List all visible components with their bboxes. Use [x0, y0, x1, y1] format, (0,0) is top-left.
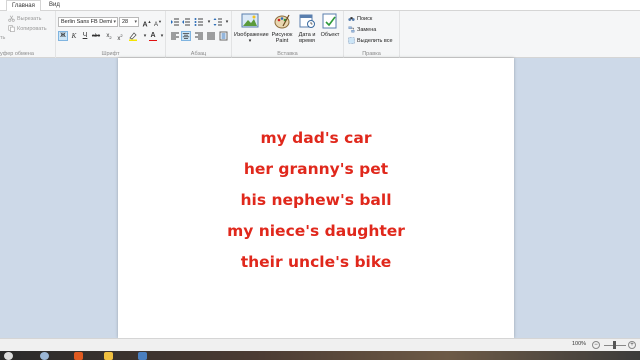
replace-button[interactable]: Замена: [348, 26, 376, 33]
search-icon[interactable]: [40, 352, 49, 360]
highlighter-icon: [129, 32, 137, 41]
bullet-list-icon[interactable]: [194, 17, 204, 27]
paragraph-settings-icon[interactable]: [219, 31, 229, 41]
replace-label: Замена: [357, 26, 377, 33]
italic-icon[interactable]: К: [69, 31, 79, 41]
cut-button[interactable]: Вырезать: [8, 15, 41, 22]
insert-drawing-label: Рисунок Paint: [271, 32, 293, 44]
text-line: my dad's car: [260, 129, 372, 147]
chevron-down-icon[interactable]: ▾: [222, 17, 232, 27]
insert-object-label: Объект: [320, 32, 340, 38]
font-family-select[interactable]: Berlin Sans FB Demi ▾: [58, 17, 118, 27]
underline-icon[interactable]: Ч: [80, 31, 90, 41]
calendar-clock-icon: [299, 14, 315, 28]
paint-drawing-icon: [274, 14, 290, 29]
font-family-value: Berlin Sans FB Demi: [61, 19, 113, 25]
find-button[interactable]: Поиск: [348, 15, 372, 22]
insert-object-button[interactable]: Объект: [318, 13, 342, 38]
object-icon: [322, 13, 337, 29]
scissors-icon: [8, 15, 15, 22]
app-icon[interactable]: [74, 352, 83, 360]
image-icon: [241, 13, 259, 28]
strikethrough-icon[interactable]: abc: [91, 31, 101, 41]
text-line: her granny's pet: [243, 160, 389, 178]
paste-label: ть: [0, 35, 6, 41]
highlight-icon[interactable]: [128, 31, 138, 41]
find-label: Поиск: [357, 15, 373, 22]
chevron-down-icon: ▾: [134, 19, 137, 25]
align-left-icon[interactable]: [170, 31, 180, 41]
status-bar: 100% − +: [0, 338, 640, 351]
zoom-out-icon[interactable]: −: [592, 341, 600, 349]
folder-icon[interactable]: [104, 352, 113, 360]
copy-icon: [8, 25, 15, 32]
increase-indent-icon[interactable]: [181, 17, 191, 27]
editing-group-label: Правка: [362, 51, 381, 57]
clipboard-group: ть Вырезать Копировать уфер обмена: [0, 11, 56, 58]
paragraph-group: ▾ ▾ Абзац: [166, 11, 232, 58]
font-size-value: 28: [122, 19, 129, 25]
binoculars-icon: [348, 17, 355, 21]
start-icon[interactable]: [4, 352, 13, 360]
chevron-down-icon: ▾: [248, 38, 252, 44]
paste-button[interactable]: ть: [0, 35, 5, 41]
ribbon-tab-bar: Главная Вид: [0, 0, 640, 12]
subscript-icon[interactable]: x2: [104, 31, 114, 41]
text-line: my niece's daughter: [227, 222, 405, 240]
insert-group: Изображение ▾ Рисунок Paint Дата и время…: [232, 11, 344, 58]
insert-drawing-button[interactable]: Рисунок Paint: [270, 13, 294, 44]
insert-datetime-button[interactable]: Дата и время: [296, 13, 318, 44]
font-style-bold-icon[interactable]: Ж: [58, 31, 68, 41]
shrink-font-icon[interactable]: A▼: [153, 17, 163, 28]
superscript-icon[interactable]: x2: [115, 31, 125, 42]
replace-icon: [348, 26, 355, 33]
document-text[interactable]: my dad's car her granny's pet his nephew…: [118, 126, 514, 281]
cut-label: Вырезать: [17, 15, 42, 22]
font-group: Berlin Sans FB Demi ▾ 28 ▾ A▲ A▼ Ж К Ч a…: [56, 11, 166, 58]
insert-group-label: Вставка: [277, 51, 298, 57]
wordpad-icon[interactable]: [138, 352, 147, 360]
justify-icon[interactable]: [206, 31, 216, 41]
editing-group: Поиск Замена Выделить все Правка: [344, 11, 400, 58]
grow-font-icon[interactable]: A▲: [142, 17, 152, 28]
tab-view[interactable]: Вид: [44, 0, 65, 11]
paragraph-group-label: Абзац: [190, 51, 207, 57]
copy-button[interactable]: Копировать: [8, 25, 47, 32]
text-line: their uncle's bike: [240, 253, 392, 271]
taskbar: [0, 351, 640, 360]
font-size-select[interactable]: 28 ▾: [119, 17, 139, 27]
decrease-indent-icon[interactable]: [170, 17, 180, 27]
ribbon: ть Вырезать Копировать уфер обмена Berli…: [0, 11, 640, 58]
insert-datetime-label: Дата и время: [298, 32, 316, 44]
zoom-slider-thumb[interactable]: [613, 341, 616, 349]
select-all-icon: [348, 37, 355, 44]
copy-label: Копировать: [17, 25, 47, 32]
insert-image-button[interactable]: Изображение ▾: [234, 13, 269, 44]
zoom-in-icon[interactable]: +: [628, 341, 636, 349]
font-group-label: Шрифт: [101, 51, 120, 57]
zoom-level: 100%: [572, 341, 587, 347]
clipboard-group-label: уфер обмена: [0, 51, 34, 57]
select-all-button[interactable]: Выделить все: [348, 37, 393, 44]
chevron-down-icon: ▾: [113, 19, 116, 25]
align-right-icon[interactable]: [194, 31, 204, 41]
align-center-icon[interactable]: [181, 31, 191, 41]
text-line: his nephew's ball: [240, 191, 392, 209]
select-all-label: Выделить все: [357, 37, 393, 44]
